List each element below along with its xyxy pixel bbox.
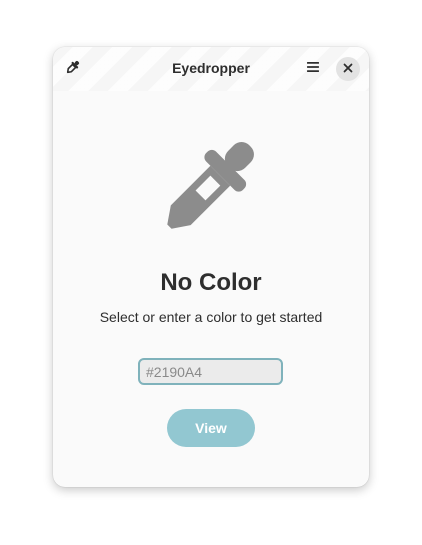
close-icon (343, 60, 353, 78)
eyedropper-icon (65, 59, 81, 80)
hamburger-menu-icon (305, 59, 321, 80)
eyedropper-icon (153, 131, 265, 248)
eyedropper-window: Eyedropper No Color Select or enter a co… (53, 47, 369, 487)
view-button[interactable]: View (167, 409, 255, 447)
pick-color-button[interactable] (59, 55, 87, 83)
no-color-heading: No Color (160, 269, 262, 296)
close-button[interactable] (336, 57, 360, 81)
header-bar: Eyedropper (53, 47, 369, 91)
color-hex-input[interactable] (138, 358, 283, 385)
main-menu-button[interactable] (299, 55, 327, 83)
instructions-text: Select or enter a color to get started (99, 309, 323, 325)
